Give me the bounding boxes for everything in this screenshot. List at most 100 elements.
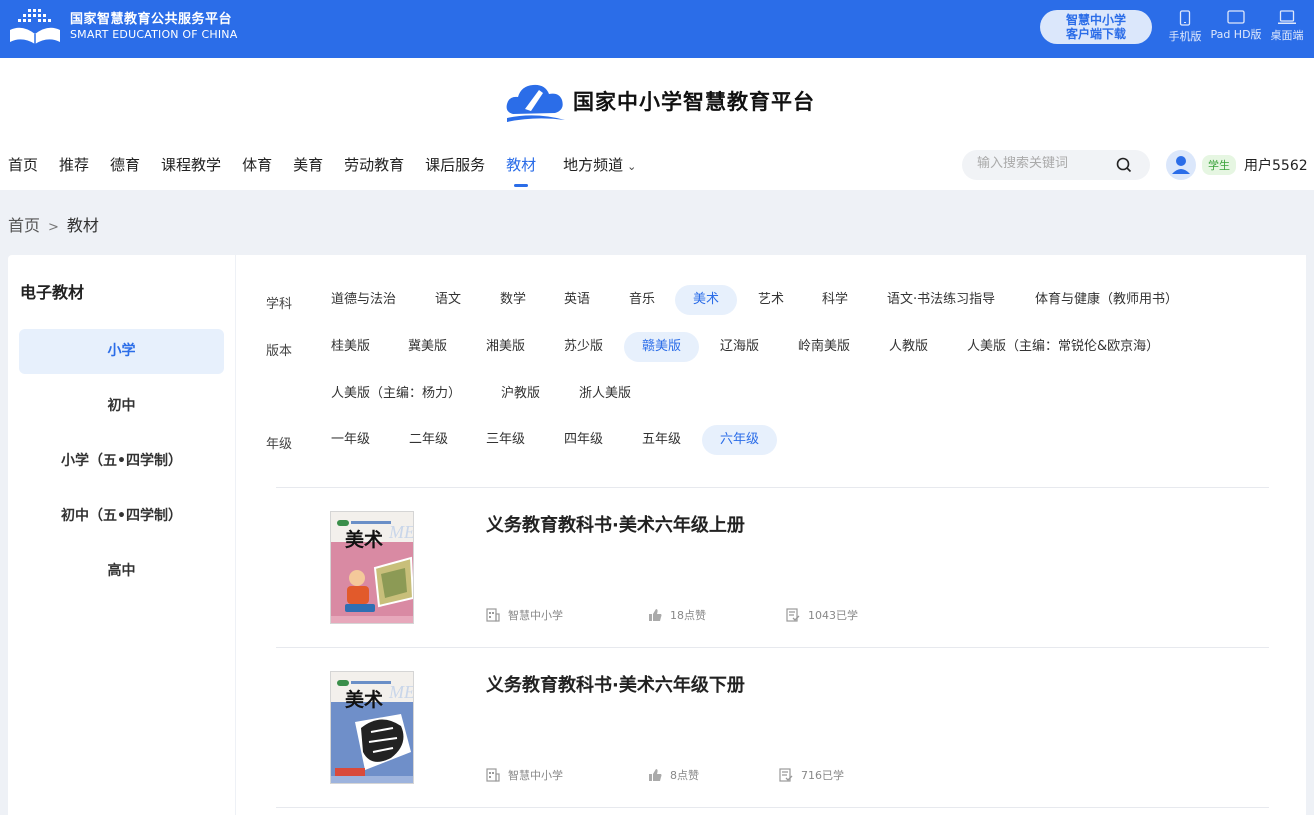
laptop-icon [1278,10,1296,24]
filter-option[interactable]: 沪教版 [483,379,558,409]
download-line-2: 客户端下载 [1065,27,1126,41]
breadcrumb-home[interactable]: 首页 [8,216,40,235]
search-input[interactable] [977,156,1117,171]
platform-logo[interactable]: 国家中小学智慧教育平台 [505,78,815,124]
nav-home[interactable]: 首页 [8,154,38,182]
book-source: 智慧中小学 [486,607,563,623]
filter-option[interactable]: 三年级 [468,425,543,455]
sidebar-item-primary[interactable]: 小学 [19,329,224,374]
user-avatar-icon [1172,156,1190,174]
nav-textbooks[interactable]: 教材 [506,154,536,187]
filter-grade-row: 年级 一年级 二年级 三年级 四年级 五年级 六年级 [236,425,1306,457]
filter-option[interactable]: 英语 [546,285,608,315]
filter-option[interactable]: 冀美版 [390,332,465,362]
nav-local-channels[interactable]: 地方频道 ⌄ [563,154,636,182]
divider [276,807,1269,808]
book-cover-image: ME 美术 [331,672,413,783]
tablet-icon [1227,10,1245,24]
device-desktop-link[interactable]: 桌面端 [1268,10,1306,43]
book-source-label: 智慧中小学 [508,609,563,622]
filter-option-selected[interactable]: 六年级 [702,425,778,455]
top-bar: 国家智慧教育公共服务平台 SMART EDUCATION OF CHINA 智慧… [0,0,1314,58]
book-title[interactable]: 义务教育教科书·美术六年级上册 [486,511,745,537]
device-mobile-label: 手机版 [1168,30,1202,43]
filter-option[interactable]: 四年级 [546,425,621,455]
filter-option[interactable]: 艺术 [740,285,802,315]
platform-logo-icon [506,84,565,122]
filter-option[interactable]: 语文 [417,285,479,315]
sidebar-item-junior[interactable]: 初中 [19,384,224,429]
filter-subject-label: 学科 [266,297,293,312]
book-title[interactable]: 义务教育教科书·美术六年级下册 [486,671,745,697]
mobile-icon [1179,10,1191,26]
nav-sports[interactable]: 体育 [242,154,272,182]
book-likes: 18点赞 [648,607,706,623]
chevron-down-icon: ⌄ [627,160,637,173]
building-icon [486,768,500,782]
filter-edition-row: 版本 桂美版 冀美版 湘美版 苏少版 赣美版 辽海版 岭南美版 人教版 人美版（… [236,332,1306,364]
nav-labor[interactable]: 劳动教育 [344,154,404,182]
device-desktop-label: 桌面端 [1270,29,1304,42]
filter-option[interactable]: 五年级 [624,425,699,455]
book-cover-image: ME 美术 [331,512,413,623]
nav-aesthetics[interactable]: 美育 [293,154,323,182]
thumbs-up-icon [649,769,662,781]
nav-recommend[interactable]: 推荐 [59,154,89,182]
thumbs-up-icon [649,609,662,621]
search-box [962,150,1150,180]
header: 国家中小学智慧教育平台 首页 推荐 德育 课程教学 体育 美育 劳动教育 课后服… [0,58,1314,190]
content-panel: 学科 道德与法治 语文 数学 英语 音乐 美术 艺术 科学 语文·书法练习指导 … [236,255,1306,815]
filter-option[interactable]: 一年级 [313,425,388,455]
search-icon[interactable] [1116,157,1132,173]
filter-option-selected[interactable]: 美术 [675,285,738,315]
brand-logo-icon [8,8,64,46]
nav-moral[interactable]: 德育 [110,154,140,182]
download-line-1: 智慧中小学 [1065,13,1126,27]
filter-option[interactable]: 体育与健康（教师用书） [1017,285,1196,315]
filter-option[interactable]: 数学 [482,285,544,315]
nav-local-label: 地方频道 [563,156,624,174]
avatar[interactable] [1166,150,1196,180]
book-cover[interactable]: ME 美术 [330,511,414,624]
filter-option[interactable]: 二年级 [391,425,466,455]
filter-option-selected[interactable]: 赣美版 [624,332,700,362]
brand-name-en: SMART EDUCATION OF CHINA [70,28,238,41]
filter-option[interactable]: 人美版（主编：常锐伦&欧京海） [949,332,1177,362]
book-learners-count: 1043已学 [808,609,858,622]
device-mobile-link[interactable]: 手机版 [1168,10,1202,44]
device-pad-label: Pad HD版 [1210,28,1262,41]
user-menu[interactable]: 学生 用户5562 [1166,150,1308,180]
filter-option[interactable]: 辽海版 [702,332,777,362]
nav-after-school[interactable]: 课后服务 [425,154,485,182]
filter-option[interactable]: 道德与法治 [313,285,414,315]
username[interactable]: 用户5562 [1244,155,1308,175]
platform-title: 国家中小学智慧教育平台 [573,90,815,114]
nav-courses[interactable]: 课程教学 [161,154,221,182]
sidebar-title: 电子教材 [20,283,85,302]
book-cover[interactable]: ME 美术 [330,671,414,784]
filter-option[interactable]: 岭南美版 [780,332,868,362]
filter-option[interactable]: 湘美版 [468,332,543,362]
filter-edition-label: 版本 [266,344,293,359]
book-card[interactable]: ME 美术 义务教育教科书·美术六年级上册 智慧中小学 18点赞 1043已学 [276,487,1269,647]
filter-option[interactable]: 音乐 [611,285,673,315]
book-learners: 716已学 [779,767,844,783]
book-source: 智慧中小学 [486,767,563,783]
brand[interactable]: 国家智慧教育公共服务平台 SMART EDUCATION OF CHINA [8,8,237,46]
sidebar-item-primary-54[interactable]: 小学（五•四学制） [19,439,224,484]
role-badge: 学生 [1202,155,1236,175]
filter-option[interactable]: 语文·书法练习指导 [869,285,1013,315]
filter-option[interactable]: 桂美版 [313,332,388,362]
filter-option[interactable]: 浙人美版 [561,379,649,409]
device-pad-link[interactable]: Pad HD版 [1208,10,1264,42]
filter-option[interactable]: 科学 [804,285,866,315]
filter-option[interactable]: 苏少版 [546,332,621,362]
sidebar-item-senior[interactable]: 高中 [19,549,224,594]
filter-option[interactable]: 人教版 [871,332,946,362]
client-download-button[interactable]: 智慧中小学 客户端下载 [1040,10,1152,44]
book-card[interactable]: ME 美术 义务教育教科书·美术六年级下册 智慧中小学 8点赞 716已学 [276,647,1269,807]
filter-option[interactable]: 人美版（主编：杨力） [313,379,479,409]
learned-icon [786,608,800,622]
book-learners: 1043已学 [786,607,858,623]
sidebar-item-junior-54[interactable]: 初中（五•四学制） [19,494,224,539]
